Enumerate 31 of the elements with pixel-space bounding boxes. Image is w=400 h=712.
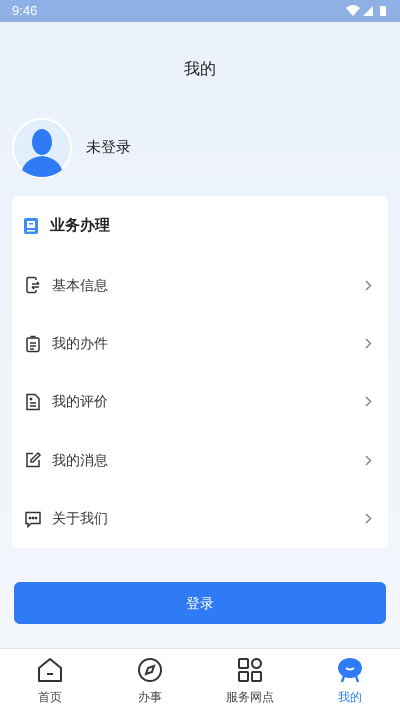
chevron-icon	[365, 396, 372, 408]
tab[interactable]: 我的	[300, 649, 400, 712]
chevron-icon	[365, 513, 372, 524]
login-button[interactable]: 登录	[14, 582, 386, 624]
tab[interactable]: 办事	[100, 649, 200, 712]
home-icon	[36, 656, 64, 684]
chevron-icon	[365, 338, 372, 350]
status-icons	[346, 5, 388, 17]
edit-icon	[24, 451, 42, 470]
grid-icon	[236, 656, 264, 684]
menu-item[interactable]: 基本信息	[12, 256, 388, 314]
login-status: 未登录	[86, 138, 131, 158]
menu-item[interactable]: 关于我们	[12, 490, 388, 548]
menu-item[interactable]: 我的消息	[12, 431, 388, 490]
clipboard-icon	[24, 334, 42, 353]
service-icon	[24, 218, 38, 234]
compass-icon	[136, 656, 164, 684]
tab[interactable]: 首页	[0, 649, 100, 712]
chat-icon	[24, 510, 42, 528]
menu-item[interactable]: 我的评价	[12, 372, 388, 432]
chevron-icon	[365, 454, 372, 466]
tab[interactable]: 服务网点	[200, 649, 300, 712]
status-time: 9:46	[12, 2, 38, 20]
page-title: 我的	[184, 60, 216, 80]
avatar-icon	[12, 118, 72, 178]
mascot-icon	[336, 656, 364, 684]
card-title: 业务办理	[50, 216, 110, 236]
chevron-icon	[365, 280, 372, 291]
phone-arrow-icon	[24, 276, 42, 294]
document-icon	[24, 392, 42, 411]
menu-item[interactable]: 我的办件	[12, 314, 388, 373]
